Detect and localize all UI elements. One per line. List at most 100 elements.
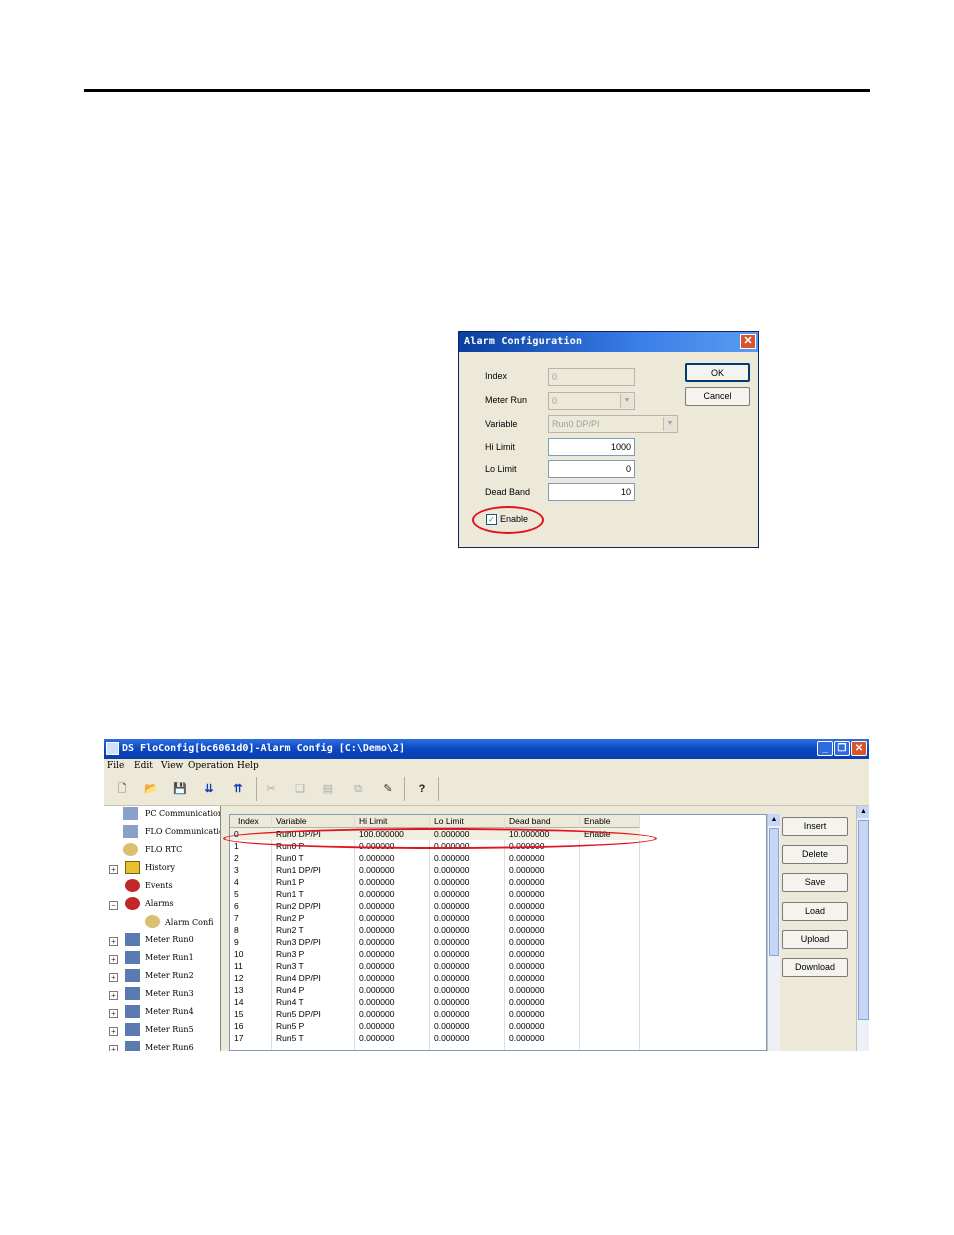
- table-row[interactable]: 16 Run5 P 0.000000 0.000000 0.000000: [230, 1020, 640, 1032]
- window-scrollbar[interactable]: ▲: [856, 806, 869, 1051]
- toolbar: 🗋 📂 💾 ⇊ ⇈ ✂ ❏ ▤ ⧉ ✎ ?: [104, 773, 869, 806]
- insert-button[interactable]: Insert: [782, 817, 848, 836]
- table-row[interactable]: 6 Run2 DP/PI 0.000000 0.000000 0.000000: [230, 900, 640, 912]
- tree-item-alarm-config[interactable]: Alarm Confi: [165, 918, 213, 927]
- hi-limit-label: Hi Limit: [485, 442, 516, 452]
- tree-item-meter-run1[interactable]: Meter Run1: [145, 953, 194, 962]
- cell-variable: Run3 T: [276, 961, 304, 971]
- scroll-thumb[interactable]: [769, 828, 779, 956]
- table-row[interactable]: 17 Run5 T 0.000000 0.000000 0.000000: [230, 1032, 640, 1044]
- table-row[interactable]: 11 Run3 T 0.000000 0.000000 0.000000: [230, 960, 640, 972]
- table-scrollbar[interactable]: ▲: [767, 814, 780, 1051]
- tree-item-meter-run2[interactable]: Meter Run2: [145, 971, 194, 980]
- table-row[interactable]: 12 Run4 DP/PI 0.000000 0.000000 0.000000: [230, 972, 640, 984]
- upload-icon[interactable]: ⇈: [225, 779, 251, 799]
- tree-item-pc-communication[interactable]: PC Communication: [145, 809, 220, 818]
- column-header-dead-band[interactable]: Dead band: [509, 815, 551, 827]
- close-icon[interactable]: ✕: [851, 741, 867, 756]
- lo-limit-input[interactable]: 0: [548, 460, 635, 478]
- column-header-hi-limit[interactable]: Hi Limit: [359, 815, 387, 827]
- table-row[interactable]: 8 Run2 T 0.000000 0.000000 0.000000: [230, 924, 640, 936]
- expand-icon[interactable]: +: [109, 955, 118, 964]
- table-row[interactable]: 9 Run3 DP/PI 0.000000 0.000000 0.000000: [230, 936, 640, 948]
- delete-button[interactable]: Delete: [782, 845, 848, 864]
- tree-item-meter-run4[interactable]: Meter Run4: [145, 1007, 194, 1016]
- expand-icon[interactable]: +: [109, 991, 118, 1000]
- paste-icon[interactable]: ▤: [318, 779, 338, 799]
- new-icon[interactable]: 🗋: [112, 779, 132, 799]
- cut-icon[interactable]: ✂: [261, 779, 281, 799]
- tree-item-events[interactable]: Events: [145, 881, 173, 890]
- menu-help[interactable]: Help: [237, 761, 259, 771]
- table-row[interactable]: 10 Run3 P 0.000000 0.000000 0.000000: [230, 948, 640, 960]
- dialog-title-bar[interactable]: Alarm Configuration ✕: [459, 332, 758, 352]
- hi-limit-input[interactable]: 1000: [548, 438, 635, 456]
- pc-network-icon: [123, 825, 138, 838]
- ok-button[interactable]: OK: [685, 363, 750, 382]
- table-row[interactable]: 4 Run1 P 0.000000 0.000000 0.000000: [230, 876, 640, 888]
- scroll-thumb[interactable]: [858, 820, 869, 1020]
- erase-icon[interactable]: ✎: [378, 779, 398, 799]
- expand-icon[interactable]: +: [109, 937, 118, 946]
- collapse-icon[interactable]: −: [109, 901, 118, 910]
- table-row[interactable]: 15 Run5 DP/PI 0.000000 0.000000 0.000000: [230, 1008, 640, 1020]
- tree-item-meter-run3[interactable]: Meter Run3: [145, 989, 194, 998]
- cell-variable: Run2 P: [276, 913, 305, 923]
- minimize-icon[interactable]: _: [817, 741, 833, 756]
- dead-band-input[interactable]: 10: [548, 483, 635, 501]
- cell-index: 13: [234, 985, 244, 995]
- menu-edit[interactable]: Edit: [134, 761, 153, 771]
- download-button[interactable]: Download: [782, 958, 848, 977]
- expand-icon[interactable]: +: [109, 1009, 118, 1018]
- table-row[interactable]: 13 Run4 P 0.000000 0.000000 0.000000: [230, 984, 640, 996]
- tree-item-alarms[interactable]: Alarms: [145, 899, 174, 908]
- table-row[interactable]: 5 Run1 T 0.000000 0.000000 0.000000: [230, 888, 640, 900]
- column-header-lo-limit[interactable]: Lo Limit: [434, 815, 464, 827]
- tree-item-history[interactable]: History: [145, 863, 175, 872]
- copy-icon[interactable]: ❏: [290, 779, 310, 799]
- cancel-button[interactable]: Cancel: [685, 387, 750, 406]
- upload-button[interactable]: Upload: [782, 930, 848, 949]
- table-row[interactable]: 2 Run0 T 0.000000 0.000000 0.000000: [230, 852, 640, 864]
- multi-copy-icon[interactable]: ⧉: [348, 779, 368, 799]
- cell-variable: Run3 DP/PI: [276, 937, 321, 947]
- cell-dead-band: 0.000000: [509, 997, 545, 1007]
- maximize-icon[interactable]: ❐: [834, 741, 850, 756]
- meter-icon: [125, 1041, 140, 1051]
- column-header-variable[interactable]: Variable: [276, 815, 307, 827]
- tree-item-meter-run0[interactable]: Meter Run0: [145, 935, 194, 944]
- table-row[interactable]: 14 Run4 T 0.000000 0.000000 0.000000: [230, 996, 640, 1008]
- window-title-bar[interactable]: DS FloConfig[bc6061d0]-Alarm Config [C:\…: [104, 739, 869, 759]
- column-header-enable[interactable]: Enable: [584, 815, 610, 827]
- expand-icon[interactable]: +: [109, 1045, 118, 1051]
- header-rule: [84, 89, 870, 92]
- open-icon[interactable]: 📂: [141, 779, 161, 799]
- menu-view[interactable]: View: [161, 761, 183, 771]
- table-row[interactable]: 7 Run2 P 0.000000 0.000000 0.000000: [230, 912, 640, 924]
- menu-file[interactable]: File: [107, 761, 124, 771]
- scroll-up-icon[interactable]: ▲: [857, 806, 869, 818]
- download-icon[interactable]: ⇊: [196, 779, 222, 799]
- expand-icon[interactable]: +: [109, 865, 118, 874]
- load-button[interactable]: Load: [782, 902, 848, 921]
- meter-icon: [125, 1023, 140, 1036]
- cell-hi-limit: 0.000000: [359, 937, 395, 947]
- cell-dead-band: 0.000000: [509, 877, 545, 887]
- column-header-index[interactable]: Index: [238, 815, 259, 827]
- tree-item-meter-run5[interactable]: Meter Run5: [145, 1025, 194, 1034]
- cell-variable: Run5 T: [276, 1033, 304, 1043]
- menu-operation[interactable]: Operation: [188, 761, 234, 771]
- table-row[interactable]: 3 Run1 DP/PI 0.000000 0.000000 0.000000: [230, 864, 640, 876]
- save-icon[interactable]: 💾: [170, 779, 190, 799]
- tree-item-meter-run6[interactable]: Meter Run6: [145, 1043, 194, 1051]
- tree-item-flo-rtc[interactable]: FLO RTC: [145, 845, 182, 854]
- cell-lo-limit: 0.000000: [434, 925, 470, 935]
- tree-item-flo-communication[interactable]: FLO Communicatio: [145, 827, 220, 836]
- save-button[interactable]: Save: [782, 873, 848, 892]
- cell-hi-limit: 0.000000: [359, 925, 395, 935]
- close-icon[interactable]: ✕: [740, 334, 756, 349]
- expand-icon[interactable]: +: [109, 973, 118, 982]
- expand-icon[interactable]: +: [109, 1027, 118, 1036]
- scroll-up-icon[interactable]: ▲: [768, 814, 780, 826]
- help-icon[interactable]: ?: [412, 779, 432, 799]
